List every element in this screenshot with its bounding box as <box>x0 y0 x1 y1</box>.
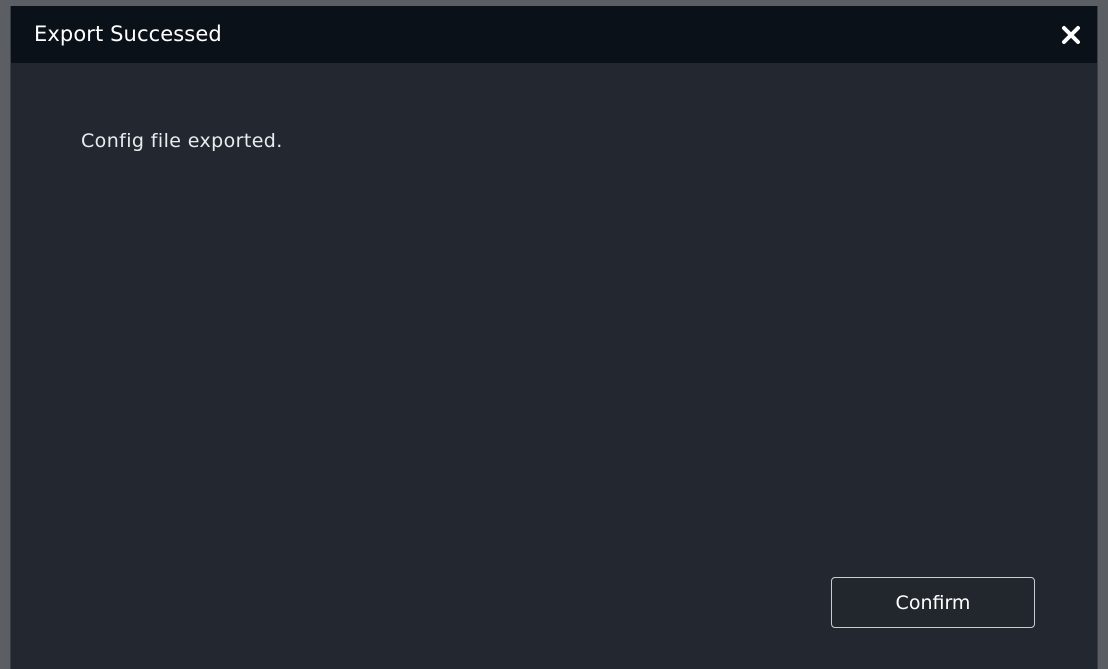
dialog-titlebar: Export Successed <box>11 6 1097 63</box>
confirm-button[interactable]: Confirm <box>831 577 1035 628</box>
dialog-title: Export Successed <box>34 22 222 46</box>
dialog-message: Config file exported. <box>81 130 283 152</box>
export-dialog: Export Successed Config file exported. C… <box>10 6 1098 669</box>
close-icon[interactable] <box>1057 21 1085 49</box>
